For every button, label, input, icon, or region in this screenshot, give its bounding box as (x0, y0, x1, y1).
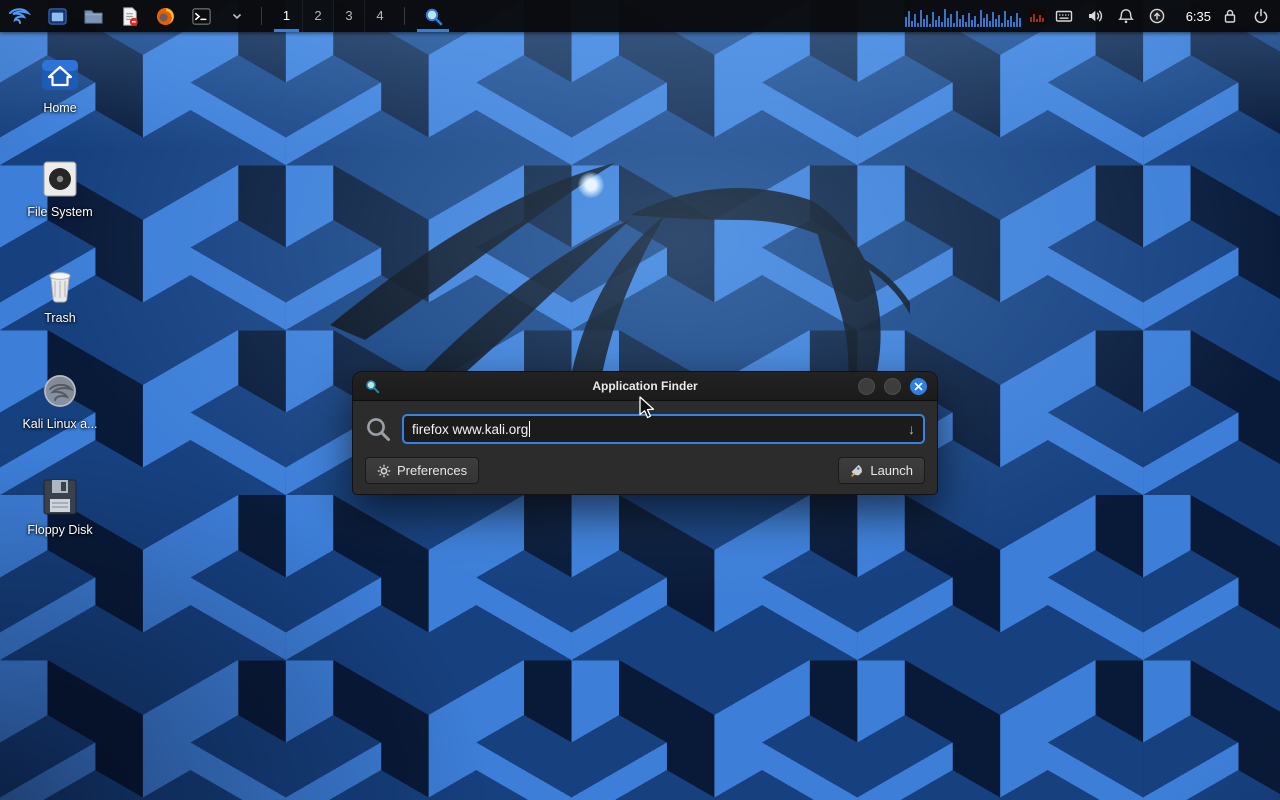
workspace-3[interactable]: 3 (333, 0, 364, 32)
desktop-icon-kali-linux[interactable]: Kali Linux a... (10, 370, 110, 431)
desktop-icon-label: Home (43, 101, 76, 115)
desktop-icon-label: Kali Linux a... (22, 417, 97, 431)
close-button[interactable] (910, 378, 927, 395)
window-title: Application Finder (353, 379, 937, 393)
workspace-1[interactable]: 1 (271, 0, 302, 32)
taskbar-application-finder-button[interactable] (414, 0, 452, 32)
glow-orb (578, 172, 604, 198)
chevron-down-icon (232, 13, 242, 20)
logout-icon (1252, 7, 1270, 25)
files-app-launcher[interactable] (42, 0, 72, 32)
system-tray (1055, 0, 1166, 32)
close-icon (914, 382, 923, 391)
mouse-cursor (636, 396, 656, 420)
search-icon (365, 416, 392, 443)
gear-icon (377, 464, 391, 478)
keyboard-tray-button[interactable] (1055, 0, 1073, 32)
panel-launchers (42, 0, 252, 32)
volume-icon (1086, 7, 1104, 25)
floppy-icon (38, 476, 82, 518)
workspace-switcher: 1 2 3 4 (271, 0, 395, 32)
desktop-icon-trash[interactable]: Trash (10, 264, 110, 325)
keyboard-icon (1055, 7, 1073, 25)
drive-icon (38, 158, 82, 200)
notifications-tray-button[interactable] (1117, 0, 1135, 32)
logout-button[interactable] (1252, 0, 1270, 32)
firefox-launcher[interactable] (150, 0, 180, 32)
trash-icon (38, 264, 82, 306)
applications-menu-button[interactable] (0, 0, 38, 32)
kali-disc-icon (38, 370, 82, 412)
preferences-button-label: Preferences (397, 463, 467, 478)
kali-logo-icon (7, 4, 31, 28)
desktop-icon-file-system[interactable]: File System (10, 158, 110, 219)
screen-lock-button[interactable] (1221, 0, 1239, 32)
desktop-icon-label: Floppy Disk (27, 523, 92, 537)
launcher-menu-arrow[interactable] (222, 0, 252, 32)
panel-separator (261, 7, 262, 25)
screen-lock-icon (1221, 7, 1239, 25)
update-indicator-icon (1148, 7, 1166, 25)
folder-icon (83, 6, 104, 27)
clock[interactable]: 6:35 (1186, 9, 1211, 24)
desktop-icon-label: File System (27, 205, 92, 219)
text-editor-launcher[interactable] (114, 0, 144, 32)
top-panel: 1 2 3 4 (0, 0, 1280, 32)
network-monitor-graph (905, 4, 1023, 28)
dropdown-arrow-icon[interactable]: ↓ (908, 421, 915, 437)
notifications-bell-icon (1117, 7, 1135, 25)
text-editor-icon (119, 6, 140, 27)
workspace-2[interactable]: 2 (302, 0, 333, 32)
volume-tray-button[interactable] (1086, 0, 1104, 32)
files-app-icon (47, 6, 68, 27)
desktop-icon-floppy-disk[interactable]: Floppy Disk (10, 476, 110, 537)
disk-monitor-graph (1029, 8, 1045, 24)
terminal-icon (191, 6, 212, 27)
application-finder-window: Application Finder firefox www.kali.org (352, 371, 938, 495)
text-caret (529, 421, 530, 437)
update-tray-button[interactable] (1148, 0, 1166, 32)
firefox-icon (155, 6, 176, 27)
launch-button[interactable]: Launch (838, 457, 925, 484)
home-icon (38, 54, 82, 96)
application-finder-icon (365, 379, 380, 394)
file-manager-launcher[interactable] (78, 0, 108, 32)
panel-separator (404, 7, 405, 25)
desktop-icon-label: Trash (44, 311, 76, 325)
search-input[interactable]: firefox www.kali.org ↓ (402, 414, 925, 444)
launch-button-label: Launch (870, 463, 913, 478)
workspace-4[interactable]: 4 (364, 0, 395, 32)
minimize-button[interactable] (858, 378, 875, 395)
launch-icon (850, 464, 864, 478)
terminal-launcher[interactable] (186, 0, 216, 32)
maximize-button[interactable] (884, 378, 901, 395)
desktop-icon-home[interactable]: Home (10, 54, 110, 115)
application-finder-task-icon (424, 7, 443, 26)
preferences-button[interactable]: Preferences (365, 457, 479, 484)
search-input-value: firefox www.kali.org (412, 422, 528, 437)
